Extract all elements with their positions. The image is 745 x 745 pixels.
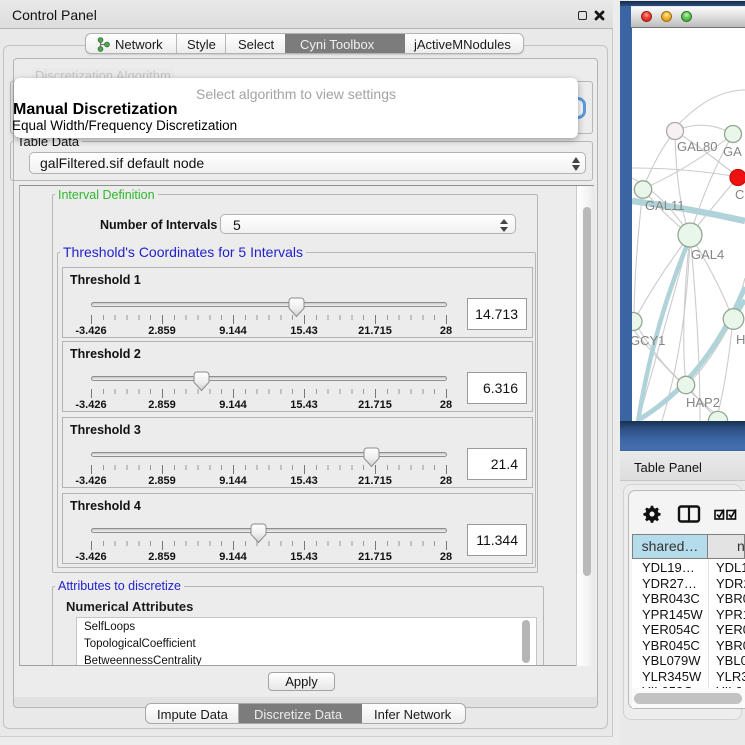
svg-text:H: H [736, 332, 745, 347]
svg-text:GAL11: GAL11 [645, 198, 685, 213]
svg-text:C: C [735, 187, 744, 202]
svg-text:GA: GA [723, 144, 742, 159]
svg-text:GCY1: GCY1 [632, 333, 665, 348]
svg-text:GAL80: GAL80 [677, 139, 717, 154]
svg-text:GAL4: GAL4 [691, 247, 724, 262]
svg-text:HAP2: HAP2 [686, 395, 720, 410]
